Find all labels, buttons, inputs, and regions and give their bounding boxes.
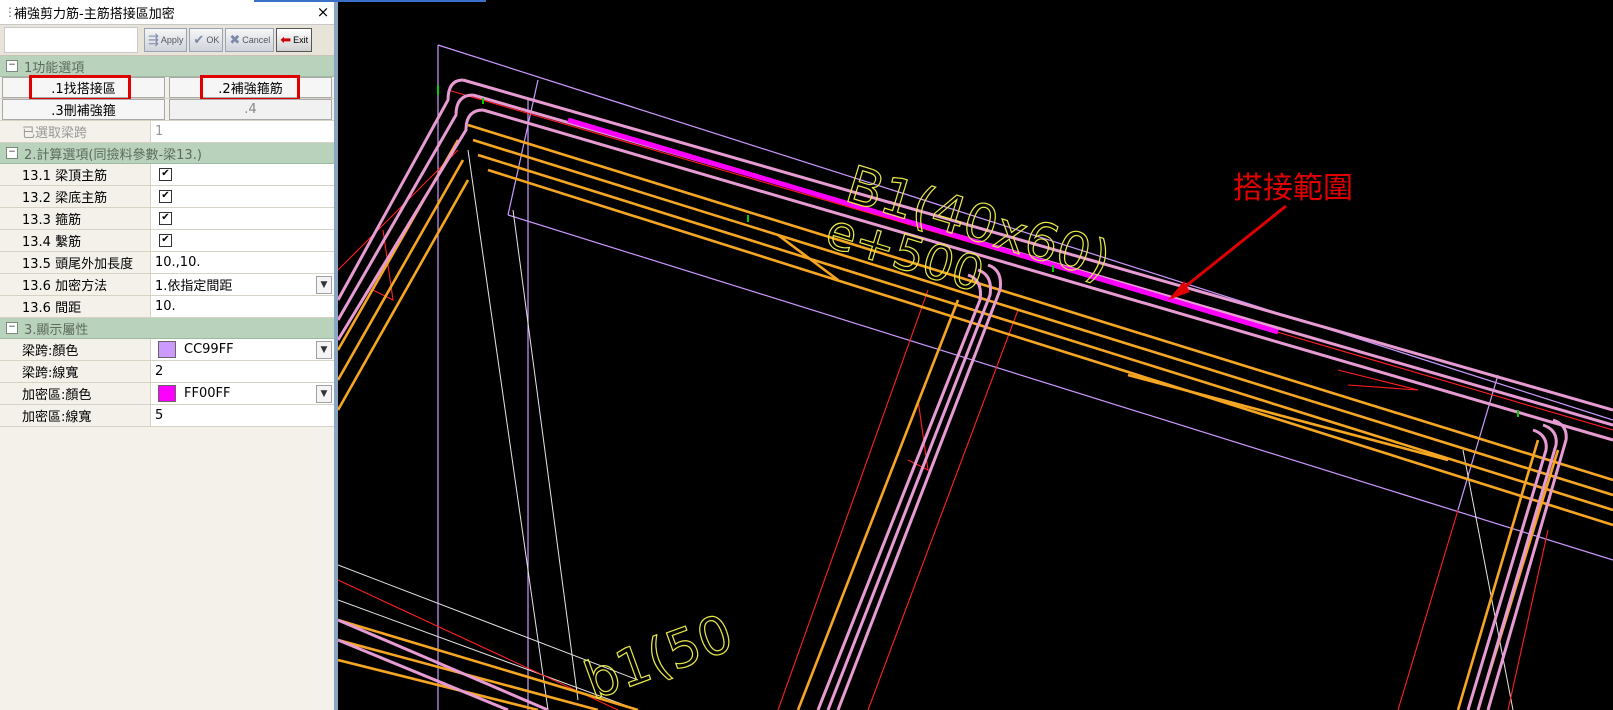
- span-width-field[interactable]: 2: [151, 361, 334, 382]
- calc-row-stirrup: 13.3 箍筋 ✔: [0, 208, 334, 230]
- extra-length-field[interactable]: 10.,10.: [151, 252, 334, 273]
- color-swatch: [158, 341, 176, 358]
- top-rebar-checkbox[interactable]: ✔: [159, 168, 172, 181]
- toolbar: ⇶ Apply ✔ OK ✖ Cancel ⬅ Exit: [0, 25, 334, 56]
- chevron-down-icon[interactable]: ▼: [316, 276, 332, 294]
- spacing-field[interactable]: 10.: [151, 296, 334, 317]
- panel-titlebar: ⋮ 補強剪力筋-主筋搭接區加密 ×: [0, 0, 334, 25]
- span-color-select[interactable]: CC99FF ▼: [151, 339, 334, 360]
- section-label: 2.計算選項(同撿料參數-梁13.): [24, 147, 202, 163]
- add-stirrup-button[interactable]: .2補強箍筋: [169, 75, 332, 101]
- check-icon: ✔: [193, 32, 205, 47]
- tie-checkbox[interactable]: ✔: [159, 234, 172, 247]
- chevron-down-icon[interactable]: ▼: [316, 385, 332, 403]
- bottom-rebar-checkbox[interactable]: ✔: [159, 190, 172, 203]
- calc-row-bottom-rebar: 13.2 梁底主筋 ✔: [0, 186, 334, 208]
- calc-row-method: 13.6 加密方法 1.依指定間距 ▼: [0, 274, 334, 296]
- apply-icon: ⇶: [148, 32, 159, 47]
- lap-zone-annotation: 搭接範圍: [1233, 171, 1353, 206]
- chevron-down-icon[interactable]: ▼: [316, 341, 332, 359]
- ok-button[interactable]: ✔ OK: [189, 28, 224, 52]
- section-label: 1功能選項: [24, 60, 85, 76]
- cad-viewport[interactable]: B1(40x60) e+500 b1(50 搭接範圍: [338, 0, 1613, 710]
- selected-span-row: 已選取梁跨 1: [0, 121, 334, 143]
- section-function-options[interactable]: − 1功能選項: [0, 56, 334, 77]
- beam-label-b1-50: b1(50: [577, 604, 741, 710]
- section-calc-options[interactable]: − 2.計算選項(同撿料參數-梁13.): [0, 143, 334, 164]
- settings-panel: ⋮ 補強剪力筋-主筋搭接區加密 × ⇶ Apply ✔ OK ✖ Cancel ⬅ Ex…: [0, 0, 338, 710]
- close-button[interactable]: ×: [312, 3, 334, 21]
- apply-button[interactable]: ⇶ Apply: [144, 28, 188, 52]
- panel-title: 補強剪力筋-主筋搭接區加密: [14, 6, 175, 22]
- display-row-span-width: 梁跨:線寬 2: [0, 361, 334, 383]
- cancel-button[interactable]: ✖ Cancel: [225, 28, 275, 52]
- display-row-span-color: 梁跨:顏色 CC99FF ▼: [0, 339, 334, 361]
- exit-button[interactable]: ⬅ Exit: [276, 28, 313, 52]
- toolbar-input[interactable]: [4, 27, 138, 53]
- exit-icon: ⬅: [280, 32, 292, 47]
- calc-row-tie: 13.4 繫筋 ✔: [0, 230, 334, 252]
- beam-wireframe: [437, 44, 1613, 710]
- display-row-dense-color: 加密區:顏色 FF00FF ▼: [0, 383, 334, 405]
- dense-width-field[interactable]: 5: [151, 405, 334, 426]
- option-4-button[interactable]: .4: [169, 99, 332, 120]
- section-display[interactable]: − 3.顯示屬性: [0, 318, 334, 339]
- dense-color-select[interactable]: FF00FF ▼: [151, 383, 334, 404]
- pink-rebars: [338, 78, 1613, 710]
- method-select[interactable]: 1.依指定間距 ▼: [151, 274, 334, 295]
- collapse-icon[interactable]: −: [6, 322, 18, 334]
- highlight-box: [200, 75, 300, 101]
- collapse-icon[interactable]: −: [6, 147, 18, 159]
- delete-stirrup-button[interactable]: .3刪補強箍: [2, 99, 165, 120]
- stirrup-checkbox[interactable]: ✔: [159, 212, 172, 225]
- display-row-dense-width: 加密區:線寬 5: [0, 405, 334, 427]
- section-label: 3.顯示屬性: [24, 322, 89, 338]
- calc-row-spacing: 13.6 間距 10.: [0, 296, 334, 318]
- highlight-box: [29, 75, 131, 101]
- cross-icon: ✖: [229, 32, 241, 47]
- arrow-icon: [1168, 204, 1287, 300]
- calc-row-extra-length: 13.5 頭尾外加長度 10.,10.: [0, 252, 334, 274]
- find-lap-zone-button[interactable]: .1找搭接區: [2, 75, 165, 101]
- collapse-icon[interactable]: −: [6, 60, 18, 72]
- color-swatch: [158, 385, 176, 402]
- calc-row-top-rebar: 13.1 梁頂主筋 ✔: [0, 164, 334, 186]
